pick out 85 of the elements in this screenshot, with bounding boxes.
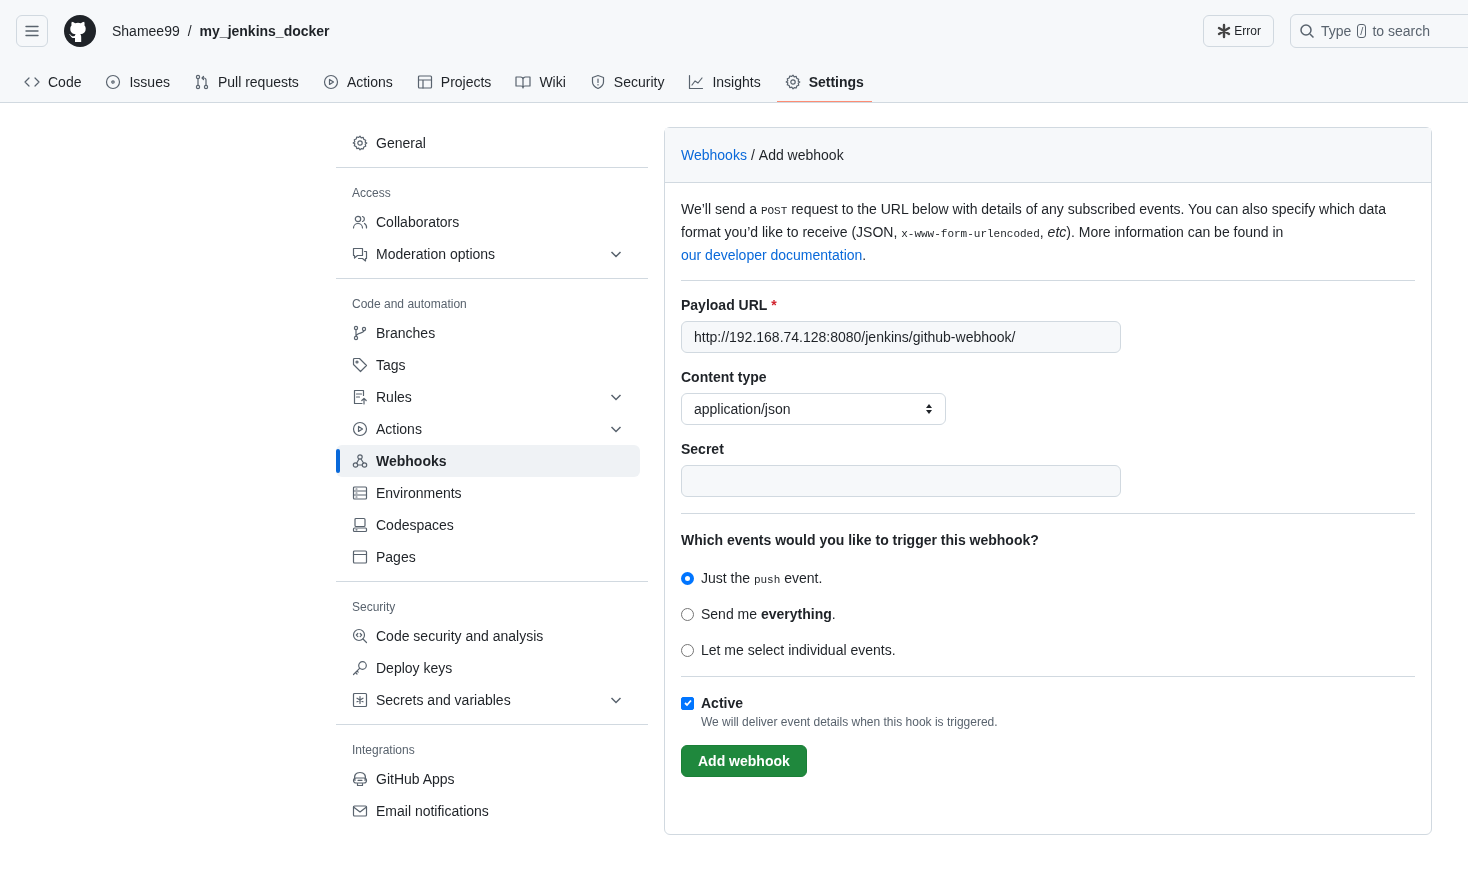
content-type-select[interactable]: application/json	[681, 393, 946, 425]
sidebar-item[interactable]: Webhooks	[336, 445, 640, 477]
issue-circle-icon	[105, 74, 122, 90]
repo-tab[interactable]: Wiki	[507, 63, 574, 102]
table-icon	[416, 74, 433, 90]
repo-link[interactable]: my_jenkins_docker	[199, 23, 330, 39]
check-icon	[682, 698, 693, 708]
breadcrumb-separator: /	[750, 147, 755, 163]
asterisk-icon	[1216, 23, 1233, 39]
intro-paragraph: We’ll send a POST request to the URL below with details of any subscribed events. You can also specify which data format you’d like to receive (JSON, x-www-form-urlencoded, etc). More information can be found in our developer documentation.	[681, 199, 1415, 281]
repo-tab[interactable]: Issues	[97, 63, 178, 102]
repo-tab[interactable]: Security	[581, 63, 673, 102]
tag-icon	[352, 357, 368, 373]
sidebar-item[interactable]: General	[336, 127, 640, 159]
comment-icon	[352, 246, 368, 262]
sidebar-item[interactable]: Environments	[336, 477, 640, 509]
sidebar-item[interactable]: Tags	[336, 349, 640, 381]
events-question: Which events would you like to trigger this webhook?	[681, 532, 1040, 548]
play-icon	[322, 74, 339, 90]
branch-icon	[352, 325, 368, 341]
sidebar-item[interactable]: Secrets and variables	[336, 684, 640, 716]
up-down-caret-icon	[925, 403, 933, 415]
sidebar-item[interactable]: GitHub Apps	[336, 763, 640, 795]
repo-tab[interactable]: Code	[16, 63, 90, 102]
secret-field[interactable]	[681, 465, 1121, 497]
sidebar-heading: Access	[351, 185, 392, 202]
add-webhook-button[interactable]: Add webhook	[681, 745, 807, 777]
browser-icon	[352, 549, 368, 565]
repo-tab[interactable]: Insights	[680, 63, 769, 102]
octocat-logo-icon[interactable]	[64, 15, 96, 47]
active-checkbox[interactable]	[681, 696, 694, 710]
settings-icon	[352, 135, 368, 151]
pull-request-icon	[193, 74, 210, 90]
book-icon	[515, 74, 532, 90]
repo-tab[interactable]: Pull requests	[185, 63, 307, 102]
server-icon	[352, 485, 368, 501]
rules-icon	[352, 389, 368, 405]
codespace-icon	[352, 517, 368, 533]
sidebar-item[interactable]: Codespaces	[336, 509, 640, 541]
radio-label: Just the push event.	[701, 570, 823, 586]
payload-url-field[interactable]: http://192.168.74.128:8080/jenkins/github-webhook/	[681, 321, 1121, 353]
field-label: Content type	[681, 369, 768, 385]
key-icon	[352, 660, 368, 676]
error-button[interactable]: Error	[1203, 15, 1274, 47]
sidebar-heading: Integrations	[351, 742, 416, 759]
sidebar-item[interactable]: Deploy keys	[336, 652, 640, 684]
radio-label: Let me select individual events.	[701, 642, 896, 658]
breadcrumb-separator: /	[187, 23, 192, 39]
people-icon	[352, 214, 368, 230]
repo-tab[interactable]: Actions	[314, 63, 401, 102]
sidebar-item[interactable]: Pages	[336, 541, 640, 573]
sidebar-item[interactable]: Code security and analysis	[336, 620, 640, 652]
field-label: Payload URL	[681, 297, 768, 313]
sidebar-heading: Code and automation	[351, 296, 468, 313]
robot-icon	[352, 771, 368, 787]
webhooks-link[interactable]: Webhooks	[681, 147, 747, 163]
code-scan-icon	[352, 628, 368, 644]
checkbox-note: We will deliver event details when this hook is triggered.	[701, 715, 999, 729]
search-icon	[1299, 23, 1315, 39]
menu-button[interactable]	[16, 15, 48, 47]
sidebar-item[interactable]: Rules	[336, 381, 640, 413]
menu-icon	[24, 23, 40, 39]
play-icon	[352, 421, 368, 437]
radio-label: Send me everything.	[701, 606, 836, 622]
required-mark: *	[771, 297, 777, 313]
sidebar-item[interactable]: Moderation options	[336, 238, 640, 270]
owner-link[interactable]: Shamee99	[112, 23, 180, 39]
sidebar-item[interactable]: Actions	[336, 413, 640, 445]
graph-icon	[688, 74, 705, 90]
repo-tab[interactable]: Projects	[408, 63, 500, 102]
sidebar-item[interactable]: Email notifications	[336, 795, 640, 827]
checkbox-label: Active	[701, 695, 744, 711]
radio-button[interactable]	[681, 571, 694, 585]
shield-icon	[589, 74, 606, 90]
search-field[interactable]: Type / to search	[1290, 14, 1468, 48]
mail-icon	[352, 803, 368, 819]
sidebar-heading: Security	[351, 599, 397, 616]
settings-icon	[784, 74, 801, 90]
asterisk-box-icon	[352, 692, 368, 708]
repo-tab[interactable]: Settings	[776, 63, 872, 102]
sidebar-item[interactable]: Collaborators	[336, 206, 640, 238]
webhook-icon	[352, 453, 368, 469]
page-title: Add webhook	[758, 147, 844, 163]
field-label: Secret	[681, 441, 725, 457]
sidebar-item[interactable]: Branches	[336, 317, 640, 349]
